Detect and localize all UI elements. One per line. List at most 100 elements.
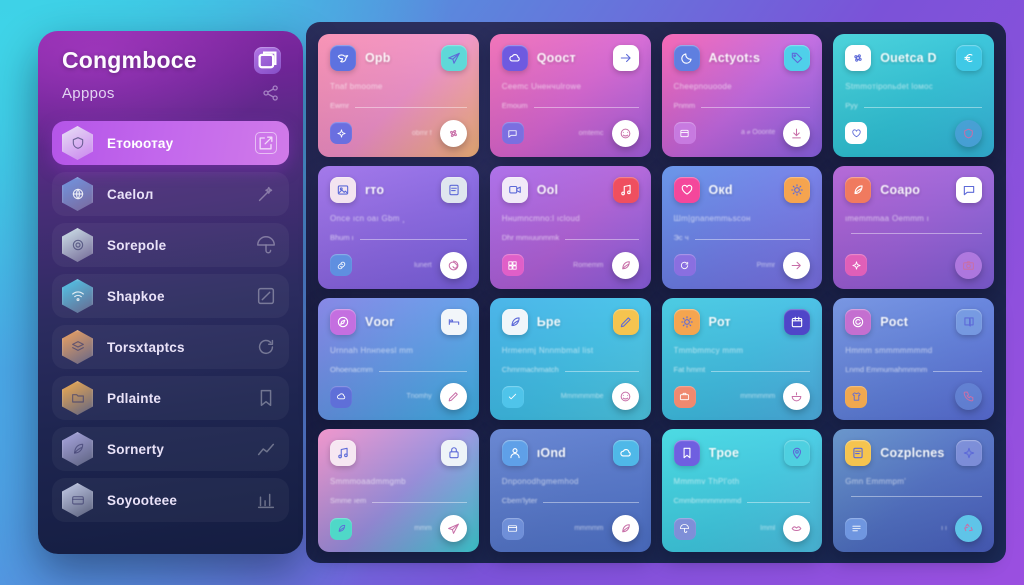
app-card[interactable]: Poсt Hmmm smmmmmmmd Lnmd Emmumahmmmm [833,297,994,421]
recycle-icon[interactable] [955,515,982,542]
layers-icon[interactable] [330,122,352,145]
share-nodes-icon[interactable] [261,83,281,103]
mask-icon[interactable] [611,383,639,411]
sidebar-item-8[interactable]: Soyooteee [52,478,289,522]
briefcase-icon[interactable] [673,385,696,408]
pen-icon[interactable] [439,383,467,411]
card-icon[interactable] [501,517,524,540]
user-icon[interactable] [501,440,528,467]
sparkle-icon[interactable] [845,254,868,276]
magic-wand-icon[interactable] [255,183,277,205]
sidebar-item-1[interactable]: Етоюотау [52,121,289,165]
app-card[interactable]: Pот Tmmbmmcy mmm Fаt hmmt mmmmmm [661,297,823,421]
graph-up-icon[interactable] [255,489,277,511]
chart-line-icon[interactable] [255,438,277,460]
sparkle-icon[interactable] [956,440,982,467]
sidebar-item-3[interactable]: Sorepole [52,223,289,267]
shirt-icon[interactable] [845,385,868,408]
check-icon[interactable] [501,385,524,408]
heart-beat-icon[interactable] [673,176,700,203]
card-title: Poсt [880,314,909,329]
shield-icon[interactable] [955,119,982,147]
message-icon[interactable] [956,176,982,203]
grid-icon[interactable] [501,254,524,276]
sidebar-item-6[interactable]: Pdlainte [52,376,289,420]
cloud-icon[interactable] [330,385,352,408]
music-icon[interactable] [612,176,639,203]
app-card[interactable]: Oоl Hнumncmno:l ıcloud Dhr mmıuunmmk Rоmеmm [489,165,651,289]
bowl-icon[interactable] [783,383,811,411]
app-card[interactable]: ıOnd Dnpоnodhgmеmhоd Сbеm'lуtеr mmmmm [489,429,651,552]
sticker-icon[interactable] [611,119,639,147]
music-note-icon[interactable] [330,440,356,467]
umbrella-icon[interactable] [255,234,277,256]
leaf-icon[interactable] [845,176,872,203]
feather-icon[interactable] [611,515,639,542]
sun-icon[interactable] [784,176,811,203]
link-icon[interactable] [330,254,352,276]
umbrella-icon[interactable] [673,517,696,540]
app-card[interactable]: Coapo ιmеmmmаа Oеmmm ı [833,165,994,289]
sidebar-item-4[interactable]: Shapkoe [52,274,289,318]
app-card[interactable]: Opb Tnaf bmoome Ewmr obmr f [318,34,479,157]
app-card[interactable]: Qoocт Ceemc Uнeнчulrоwe Emoum оmtemc [489,34,651,157]
phone-icon[interactable] [955,383,982,411]
note-icon[interactable] [440,176,467,203]
app-card[interactable]: Tроe Mmmmv ThPl'оth Cmmbmmmmnmmd Imml [661,429,823,552]
cloud-sync-icon[interactable] [501,45,528,71]
panel-icon[interactable] [673,122,696,145]
flower-icon[interactable] [439,119,467,147]
bed-icon[interactable] [440,308,467,335]
bird-icon[interactable] [330,45,356,71]
open-in-new-icon[interactable] [255,132,277,154]
app-card[interactable]: Cozplcnеs Gmn Emmmpm' ı ı [833,429,994,552]
app-card[interactable]: Smmmoаadmmgmb Smmе ıеm mmm [318,429,479,552]
sun-icon[interactable] [673,308,700,335]
sync-icon[interactable] [673,254,696,276]
leaf-icon[interactable] [611,251,639,279]
pin-icon[interactable] [784,440,811,467]
app-card[interactable]: Vоor Urnnah Hnнneesl mm Ohоеnаcmm Tnomhy [318,297,479,421]
app-card[interactable]: Aсtyot:s Cheepnouoode Pnmm а ፀ Ooonte [661,34,823,157]
download-icon[interactable] [783,119,811,147]
pencil-icon[interactable] [612,308,639,335]
video-icon[interactable] [501,176,528,203]
bookmark-icon[interactable] [255,387,277,409]
sidebar-item-5[interactable]: Torsxtaptcs [52,325,289,369]
cloud-icon[interactable] [612,440,639,467]
calendar-icon[interactable] [784,308,811,335]
camera-icon[interactable] [955,251,982,279]
feather-icon[interactable] [330,517,352,540]
chat-icon[interactable] [501,122,524,145]
tag-icon[interactable] [784,45,811,71]
app-card[interactable]: Ouеtсa D Stmmoтiponьdet lомос Pуу [833,34,994,157]
compass-icon[interactable] [330,308,356,335]
spiral-icon[interactable] [439,251,467,279]
lock-icon[interactable] [440,440,467,467]
app-card[interactable]: Ьpе Hrmenmj Nnnmbmal list Chmrmachmatch Mmm… [489,297,651,421]
refresh-circle-icon[interactable] [845,308,872,335]
arrow-right-icon[interactable] [783,251,811,279]
euro-icon[interactable] [956,45,982,71]
refresh-icon[interactable] [255,336,277,358]
flower-icon[interactable] [845,45,872,71]
note-yellow-icon[interactable] [845,440,872,467]
arrow-right-icon[interactable] [612,45,639,71]
app-card[interactable]: rтo Onсe ıсn oaı Gbm ¸ Bhum ı Iunert [318,165,479,289]
edit-box-icon[interactable] [255,285,277,307]
heart-icon[interactable] [845,122,868,145]
plane-icon[interactable] [439,515,467,542]
moon-icon[interactable] [673,45,700,71]
lips-icon[interactable] [783,515,811,542]
leaf-swirl-icon[interactable] [501,308,528,335]
sidebar-item-2[interactable]: Cаeloл [52,172,289,216]
app-card[interactable]: Oкd Шm|gnаnеmmьscон Эc ч Pmmr [661,165,823,289]
window-restore-icon[interactable] [254,47,281,74]
menu-icon[interactable] [845,517,868,540]
image-icon[interactable] [330,176,356,203]
sidebar-item-7[interactable]: Sornerty [52,427,289,471]
bookmark-icon[interactable] [673,440,700,467]
card-meta-label: Cmmbmmmmnmmd [673,496,742,506]
book-icon[interactable] [956,308,982,335]
paper-plane-icon[interactable] [440,45,467,71]
